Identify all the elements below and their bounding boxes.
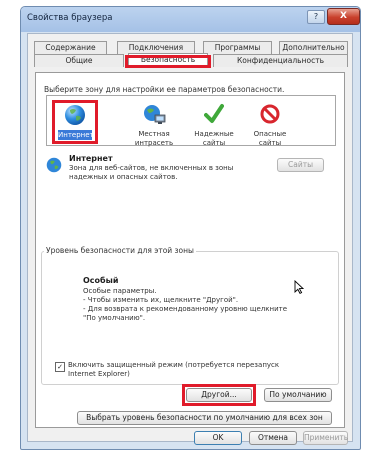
zone-prompt: Выберите зону для настройки ее параметро… [44,85,285,94]
close-button[interactable]: X [327,8,360,25]
intranet-icon[interactable] [142,104,166,128]
restricted-icon[interactable] [260,104,280,126]
security-level-legend: Уровень безопасности для этой зоны [44,246,196,255]
cancel-button[interactable]: Отмена [249,431,297,445]
window-title: Свойства браузера [27,13,113,23]
level-description: Особые параметры. - Чтобы изменить их, щ… [83,287,323,323]
security-tab-highlight [125,55,211,68]
protected-mode-label: Включить защищенный режим (потребуется п… [68,361,280,378]
globe-icon [46,157,62,175]
mouse-pointer-icon [294,279,305,296]
tab-privacy[interactable]: Конфиденциальность [213,54,348,67]
checkmark-icon[interactable] [204,103,224,127]
dialog-body: Содержание Подключения Программы Дополни… [27,33,353,445]
security-tab-page: Выберите зону для настройки ее параметро… [35,72,345,428]
level-line: Особые параметры. [83,287,157,295]
level-line: - Для возврата к рекомендованному уровню… [83,305,288,313]
custom-level-highlight [182,384,256,406]
reset-all-zones-button[interactable]: Выбрать уровень безопасности по умолчани… [77,411,332,425]
tab-general[interactable]: Общие [34,54,124,67]
zone-info-description: Зона для веб-сайтов, не включенных в зон… [69,164,234,181]
zone-restricted-label[interactable]: Опасные сайты [246,130,294,148]
zone-intranet-label[interactable]: Местная интрасеть [130,130,178,148]
ok-button[interactable]: OK [194,431,242,445]
tab-programs[interactable]: Программы [203,41,272,54]
tab-advanced[interactable]: Дополнительно [279,41,348,54]
browser-properties-dialog: Свойства браузера ? X Содержание Подключ… [20,6,361,450]
internet-zone-highlight [52,100,98,144]
protected-mode-checkbox[interactable]: ✓ [55,362,65,372]
level-line: "По умолчанию". [83,314,146,322]
title-bar[interactable]: Свойства браузера ? X [21,7,360,32]
level-line: - Чтобы изменить их, щелкните "Другой". [83,296,239,304]
level-title: Особый [83,276,119,285]
tab-content[interactable]: Содержание [34,41,107,54]
apply-button[interactable]: Применить [303,431,348,445]
sites-button[interactable]: Сайты [277,158,324,172]
zone-info-title: Интернет [69,154,113,163]
default-level-button[interactable]: По умолчанию [264,388,332,402]
help-button[interactable]: ? [307,10,325,24]
zone-trusted-label[interactable]: Надежные сайты [190,130,238,148]
